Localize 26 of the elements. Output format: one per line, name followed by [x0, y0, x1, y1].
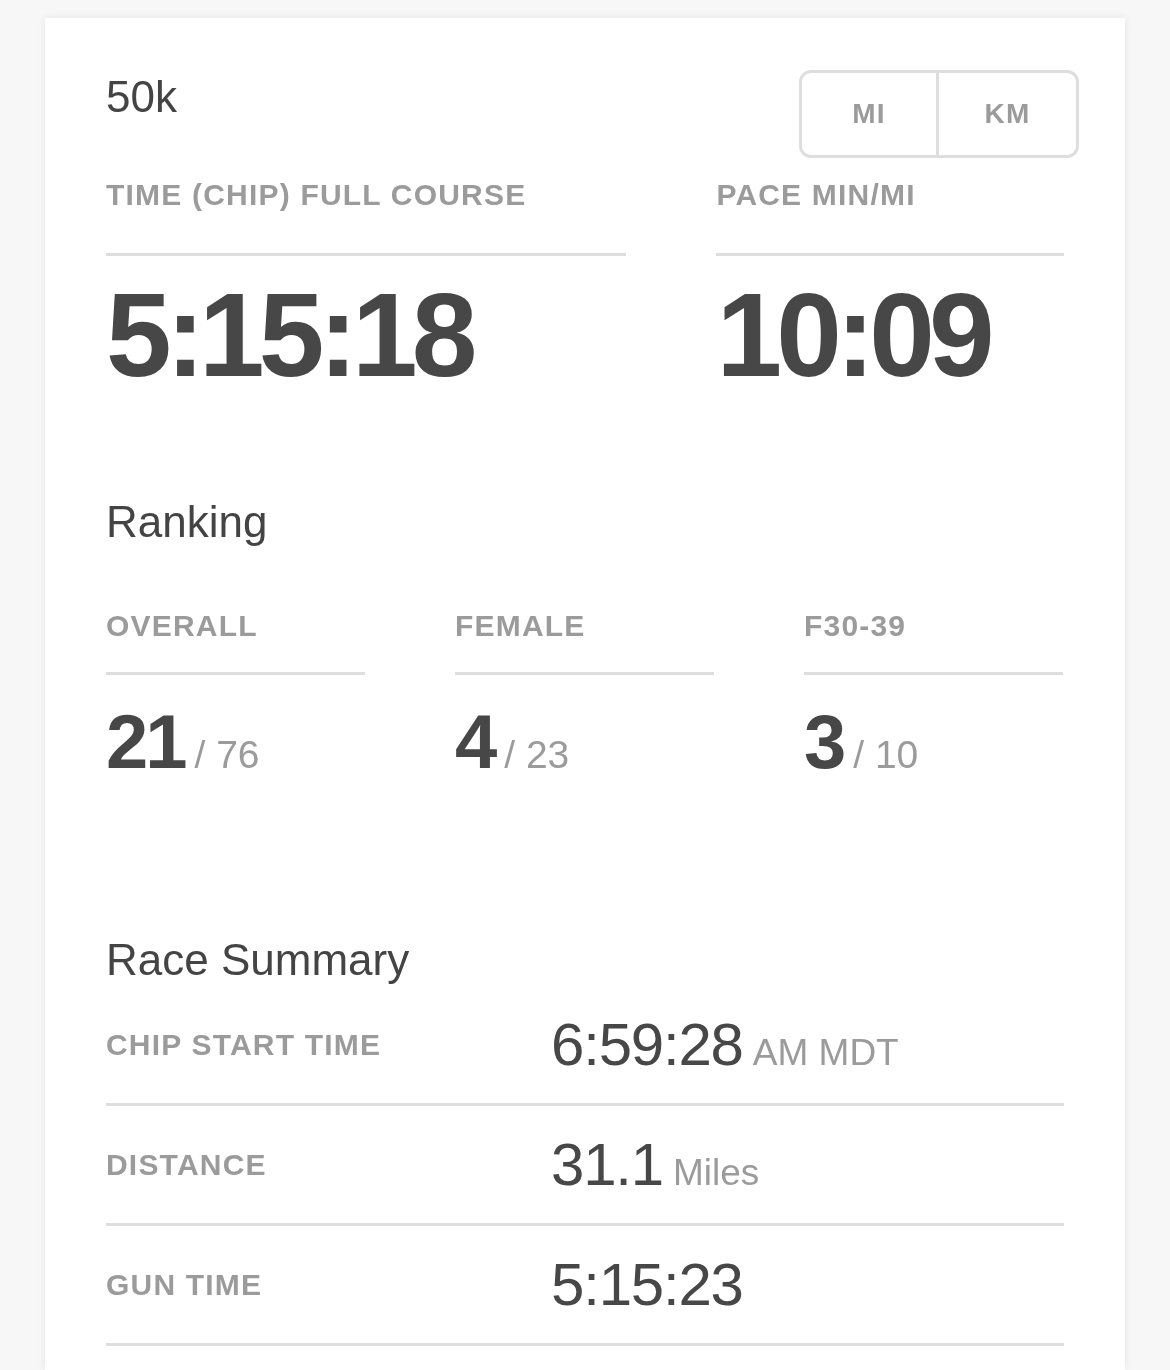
summary-unit: Miles [673, 1153, 760, 1191]
summary-value: 31.1 [551, 1134, 663, 1195]
summary-value: 6:59:28 [551, 1014, 743, 1075]
unit-toggle-button[interactable]: KM [939, 70, 1079, 158]
ranking-total: / 23 [504, 735, 570, 774]
event-title: 50k [106, 75, 177, 119]
result-value: 5:15:18 [106, 276, 472, 394]
ranking-label: FEMALE [455, 611, 586, 641]
summary-label: DISTANCE [106, 1149, 267, 1180]
summary-unit: AM MDT [752, 1033, 899, 1071]
section-heading: Ranking [106, 500, 268, 544]
ranking-label: OVERALL [106, 611, 258, 641]
summary-label: GUN TIME [106, 1269, 263, 1300]
ranking-place: 4 [455, 704, 495, 780]
result-value: 10:09 [716, 276, 989, 394]
ranking-total: / 76 [194, 735, 260, 774]
summary-label: CHIP START TIME [106, 1029, 382, 1060]
summary-value: 5:15:23 [551, 1254, 743, 1315]
result-label: TIME (CHIP) FULL COURSE [106, 180, 527, 210]
section-heading: Race Summary [106, 938, 410, 982]
ranking-place: 3 [804, 704, 844, 780]
result-label: PACE MIN/MI [716, 180, 916, 210]
ranking-label: F30-39 [804, 611, 907, 641]
unit-toggle-button[interactable]: MI [799, 70, 939, 158]
ranking-place: 21 [106, 704, 185, 780]
ranking-total: / 10 [853, 735, 919, 774]
